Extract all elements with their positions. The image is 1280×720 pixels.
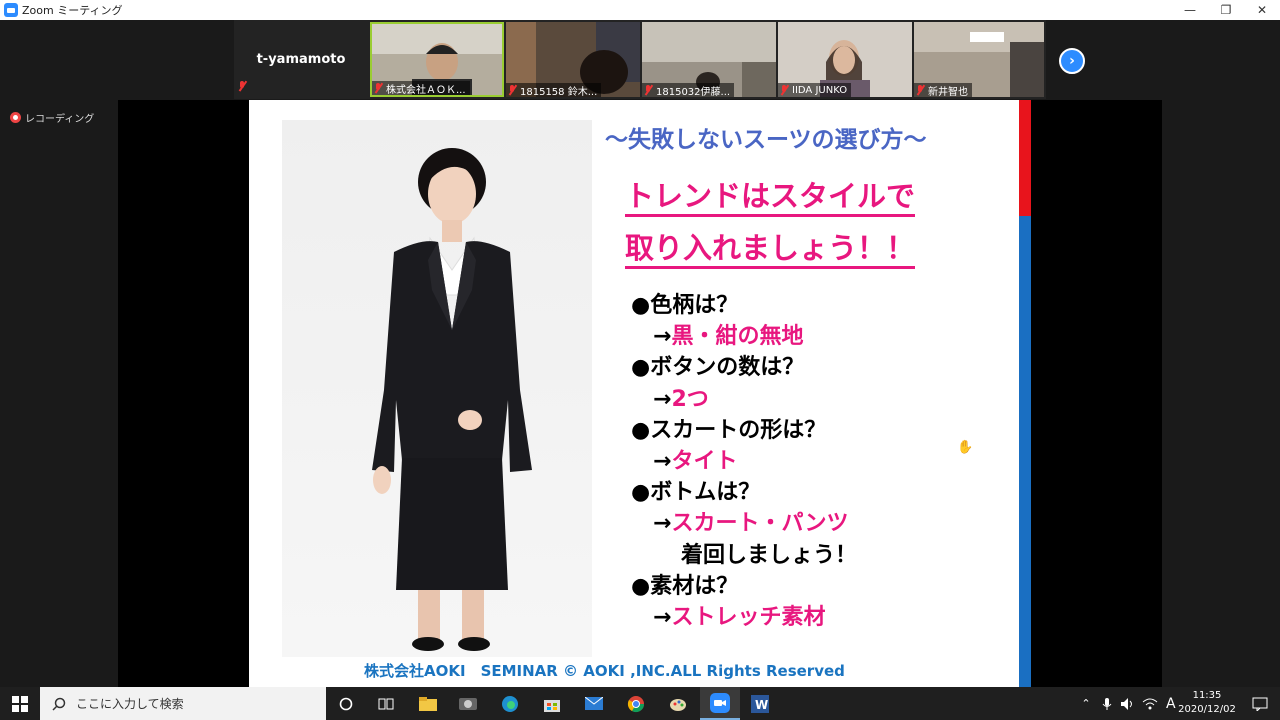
taskbar-clock[interactable]: 11:35 2020/12/02 — [1176, 689, 1238, 717]
recording-label: レコーディング — [25, 114, 95, 125]
taskbar-mail[interactable] — [574, 687, 614, 720]
windows-taskbar: ここに入力して検索 W ⌃ A 11:35 2020/12/02 — [0, 687, 1280, 720]
active-speaker-name: t-yamamoto — [256, 52, 346, 67]
action-center-button[interactable] — [1240, 687, 1280, 720]
mail-envelope-icon — [585, 697, 603, 710]
taskbar-chrome[interactable] — [616, 687, 656, 720]
start-button[interactable] — [0, 687, 40, 720]
taskbar-search-box[interactable]: ここに入力して検索 — [40, 687, 326, 720]
checklist-question: ●素材は？ — [631, 573, 739, 599]
ime-indicator[interactable]: A — [1166, 696, 1176, 712]
slide-headline-2: 取り入れましょう！！ — [625, 230, 916, 270]
taskbar-word[interactable]: W — [740, 687, 780, 720]
speaker-volume-icon[interactable] — [1120, 697, 1136, 711]
mic-muted-icon — [374, 83, 383, 93]
cortana-button[interactable] — [326, 687, 366, 720]
participant-label: 株式会社ＡＯＫ... — [372, 81, 470, 95]
task-view-icon — [378, 698, 394, 709]
participant-label: 1815158 鈴木... — [506, 83, 602, 97]
checklist-question: ●スカートの形は？ — [631, 417, 827, 443]
checklist-answer: →2つ — [653, 386, 709, 412]
close-button[interactable]: ✕ — [1244, 0, 1280, 20]
zoom-app-icon — [710, 692, 730, 713]
hand-cursor-icon: ✋ — [957, 440, 974, 455]
record-icon — [10, 112, 21, 123]
suit-model-illustration — [372, 148, 532, 651]
window-title: Zoom ミーティング — [22, 4, 123, 17]
microphone-icon[interactable] — [1100, 697, 1114, 711]
mic-muted-icon — [916, 85, 925, 95]
slide-headline-1: トレンドはスタイルで — [625, 178, 916, 218]
participant-tile[interactable]: 新井智也 — [914, 22, 1044, 97]
participant-tile[interactable]: IIDA JUNKO — [778, 22, 912, 97]
checklist-answer: →ストレッチ素材 — [653, 605, 826, 631]
store-bag-icon — [544, 699, 560, 712]
taskbar-paint[interactable] — [658, 687, 698, 720]
chrome-browser-icon — [627, 695, 645, 712]
active-speaker-tile[interactable]: t-yamamoto — [234, 20, 368, 99]
shared-slide: 〜失敗しないスーツの選び方〜 トレンドはスタイルで 取り入れましょう！！ ●色柄… — [249, 100, 1031, 687]
paint-palette-icon — [670, 698, 686, 711]
gallery-next-button[interactable]: › — [1059, 48, 1085, 74]
system-tray: ⌃ A — [1078, 687, 1176, 720]
maximize-button[interactable]: ❐ — [1208, 0, 1244, 20]
participant-gallery: t-yamamoto 株式会社ＡＯＫ... 1815158 鈴木... 1815… — [234, 20, 1046, 99]
wifi-icon[interactable] — [1142, 697, 1158, 711]
task-view-button[interactable] — [366, 687, 406, 720]
search-icon — [52, 697, 66, 711]
mic-muted-icon — [238, 80, 250, 95]
clock-time: 11:35 — [1192, 690, 1222, 701]
participant-label: IIDA JUNKO — [778, 83, 852, 97]
zoom-logo-icon — [4, 3, 18, 17]
tray-expand-icon[interactable]: ⌃ — [1078, 697, 1094, 710]
minimize-button[interactable]: — — [1172, 0, 1208, 20]
taskbar-edge[interactable] — [490, 687, 530, 720]
edge-browser-icon — [502, 695, 518, 712]
slide-footer: 株式会社AOKI SEMINAR © AOKI ,INC.ALL Rights … — [364, 662, 845, 680]
checklist-answer: →スカート・パンツ — [653, 511, 849, 537]
checklist-answer: →黒・紺の無地 — [653, 324, 804, 350]
word-icon: W — [751, 694, 769, 713]
svg-text:W: W — [755, 698, 768, 712]
folder-icon — [419, 696, 437, 711]
cortana-circle-icon — [339, 697, 353, 710]
window-controls: — ❐ ✕ — [1172, 0, 1280, 20]
slide-accent-bar-blue — [1019, 216, 1031, 687]
mic-muted-icon — [508, 85, 517, 95]
participant-tile[interactable]: 1815158 鈴木... — [506, 22, 640, 97]
search-placeholder: ここに入力して検索 — [76, 697, 184, 711]
checklist-question: ●色柄は？ — [631, 293, 739, 318]
participant-label: 新井智也 — [914, 83, 972, 97]
mic-muted-icon — [780, 85, 789, 95]
participant-tile[interactable]: 株式会社ＡＯＫ... — [370, 22, 504, 97]
checklist-note: 着回しましょう！ — [681, 542, 858, 568]
recording-indicator[interactable]: レコーディング — [10, 110, 94, 125]
clock-date: 2020/12/02 — [1178, 704, 1236, 715]
participant-tile[interactable]: 1815032伊藤... — [642, 22, 776, 97]
mic-muted-icon — [644, 85, 653, 95]
photos-icon — [459, 697, 477, 710]
participant-label: 1815032伊藤... — [642, 83, 735, 97]
checklist-question: ●ボタンの数は？ — [631, 355, 805, 381]
taskbar-file-explorer[interactable] — [408, 687, 448, 720]
taskbar-photos[interactable] — [448, 687, 488, 720]
checklist-question: ●ボトムは？ — [631, 480, 761, 506]
window-titlebar: Zoom ミーティング — ❐ ✕ — [0, 0, 1280, 20]
checklist-answer: →タイト — [653, 449, 738, 475]
windows-logo-icon — [12, 695, 28, 712]
slide-title: 〜失敗しないスーツの選び方〜 — [605, 127, 927, 153]
chevron-right-icon: › — [1069, 53, 1075, 69]
notification-icon — [1252, 697, 1268, 711]
suit-model-photo — [282, 120, 592, 657]
meeting-area: t-yamamoto 株式会社ＡＯＫ... 1815158 鈴木... 1815… — [0, 20, 1280, 687]
slide-checklist: ●色柄は？ →黒・紺の無地 ●ボタンの数は？ →2つ ●スカートの形は？ →タイ… — [631, 290, 857, 633]
slide-accent-bar-red — [1019, 100, 1031, 216]
taskbar-zoom[interactable] — [700, 687, 740, 720]
taskbar-store[interactable] — [532, 687, 572, 720]
